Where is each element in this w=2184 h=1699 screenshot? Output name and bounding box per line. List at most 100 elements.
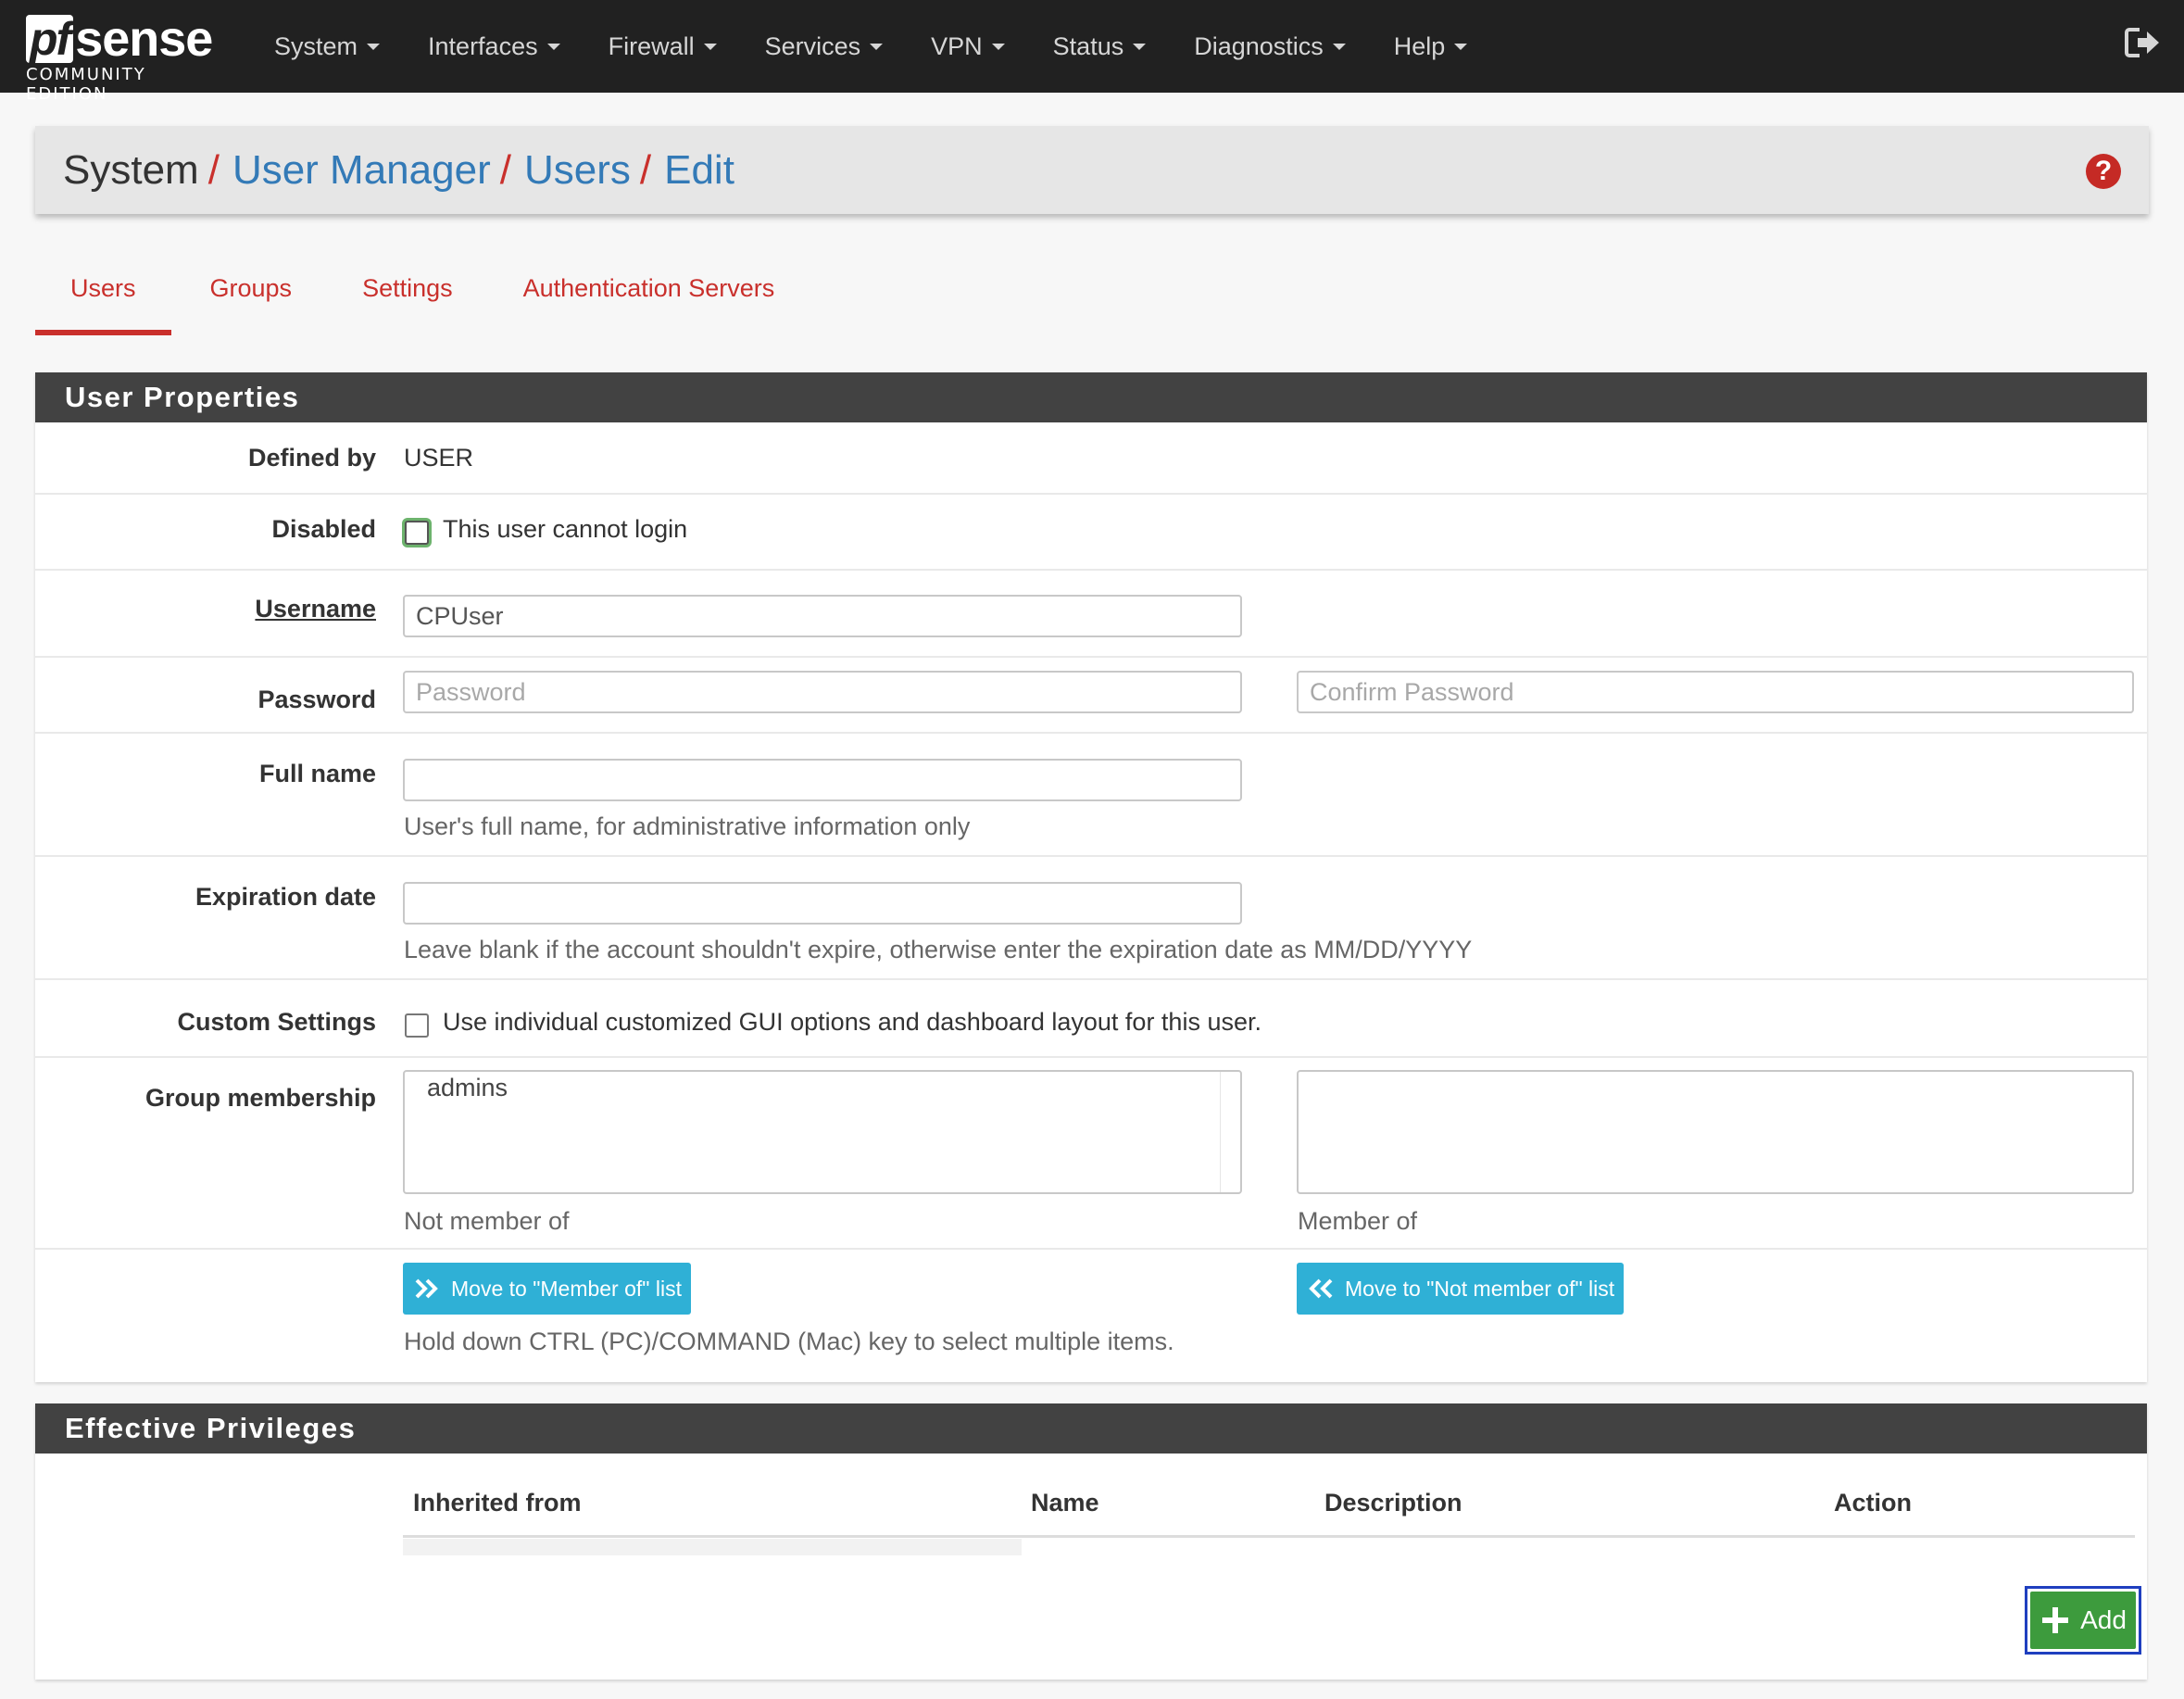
multi-select-help: Hold down CTRL (PC)/COMMAND (Mac) key to… [404,1328,1174,1355]
disabled-label: Disabled [271,515,376,543]
tab-authentication-servers[interactable]: Authentication Servers [488,261,810,335]
menu-interfaces[interactable]: Interfaces [404,0,584,93]
caret-down-icon [703,43,717,50]
disabled-checkbox[interactable] [405,521,429,545]
list-scrollbar[interactable] [1220,1072,1240,1192]
breadcrumb-separator: / [499,146,511,193]
double-chevron-right-icon [415,1278,438,1299]
privileges-table: Inherited from Name Description Action A… [35,1454,2147,1680]
add-privilege-button[interactable]: Add [2025,1586,2141,1655]
menu-diagnostics-label: Diagnostics [1194,32,1324,60]
member-of-caption: Member of [1298,1207,1418,1235]
password-input[interactable] [403,671,1242,713]
double-chevron-left-icon [1309,1278,1333,1299]
effective-privileges-panel: Effective Privileges Inherited from Name… [35,1403,2147,1680]
custom-settings-row: Custom Settings Use individual customize… [35,980,2147,1058]
plus-icon [2042,1607,2069,1633]
logout-icon[interactable] [2125,26,2162,59]
full-name-help: User's full name, for administrative inf… [404,812,971,840]
pfsense-logo[interactable]: pf sense COMMUNITY EDITION [26,7,230,104]
breadcrumb-user-manager[interactable]: User Manager [232,147,491,194]
breadcrumb: System / User Manager / Users / Edit ? [35,126,2149,214]
tab-groups[interactable]: Groups [171,261,328,335]
breadcrumb-separator: / [639,146,652,193]
move-to-not-member-button[interactable]: Move to "Not member of" list [1297,1263,1625,1315]
defined-by-label: Defined by [247,444,376,472]
menu-help[interactable]: Help [1370,0,1492,93]
custom-settings-label: Custom Settings [177,1008,376,1036]
full-name-input[interactable] [403,759,1242,801]
user-manager-tabs: Users Groups Settings Authentication Ser… [35,261,810,335]
custom-settings-checkbox-label[interactable]: Use individual customized GUI options an… [443,1008,1261,1037]
caret-down-icon [367,43,381,50]
logo-edition-text: COMMUNITY EDITION [26,65,146,104]
menu-services-label: Services [764,32,861,60]
breadcrumb-system: System [63,146,199,193]
logo-sense-text: sense [75,11,213,67]
username-label: Username [255,595,376,623]
caret-down-icon [1332,43,1346,50]
user-properties-panel: User Properties Defined by USER Disabled… [35,372,2147,1382]
move-to-member-label: Move to "Member of" list [451,1276,682,1301]
menu-vpn-label: VPN [931,32,983,60]
caret-down-icon [1454,43,1468,50]
menu-help-label: Help [1393,32,1446,60]
username-input[interactable] [403,595,1242,637]
group-option-admins[interactable]: admins [405,1072,1240,1104]
menu-diagnostics[interactable]: Diagnostics [1170,0,1370,93]
effective-privileges-heading: Effective Privileges [35,1403,2147,1454]
password-row: Password [35,658,2147,734]
main-menu: System Interfaces Firewall Services VPN … [250,0,1491,93]
expiration-date-input[interactable] [403,882,1242,925]
password-label: Password [257,686,376,713]
tab-settings[interactable]: Settings [327,261,488,335]
menu-status-label: Status [1052,32,1124,60]
confirm-password-input[interactable] [1297,671,2134,713]
member-of-list[interactable] [1297,1070,2134,1194]
top-navbar: pf sense COMMUNITY EDITION System Interf… [0,0,2184,104]
column-description: Description [1324,1489,1462,1517]
column-name: Name [1031,1489,1099,1517]
full-name-row: Full name User's full name, for administ… [35,734,2147,857]
not-member-of-caption: Not member of [404,1207,570,1235]
group-membership-label: Group membership [144,1084,376,1112]
tab-users[interactable]: Users [35,261,171,335]
caret-down-icon [546,43,560,50]
move-to-member-button[interactable]: Move to "Member of" list [403,1263,691,1315]
expiration-label: Expiration date [195,883,376,911]
menu-firewall[interactable]: Firewall [584,0,741,93]
expiration-help: Leave blank if the account shouldn't exp… [404,936,1473,963]
question-circle-icon[interactable]: ? [2086,154,2121,189]
column-inherited-from: Inherited from [413,1489,582,1517]
move-buttons-row: Move to "Member of" list Move to "Not me… [35,1250,2147,1387]
menu-vpn[interactable]: VPN [907,0,1029,93]
move-to-not-member-label: Move to "Not member of" list [1345,1276,1615,1301]
group-membership-row: Group membership admins Not member of Me… [35,1058,2147,1250]
caret-down-icon [870,43,884,50]
caret-down-icon [1133,43,1147,50]
full-name-label: Full name [258,760,376,787]
menu-services[interactable]: Services [741,0,908,93]
breadcrumb-separator: / [207,146,220,193]
defined-by-row: Defined by USER [35,422,2147,495]
custom-settings-checkbox[interactable] [405,1013,429,1038]
caret-down-icon [991,43,1005,50]
breadcrumb-users[interactable]: Users [524,147,631,194]
menu-interfaces-label: Interfaces [428,32,538,60]
user-properties-heading: User Properties [35,372,2147,422]
defined-by-value: USER [404,444,474,472]
table-header-divider [403,1535,2135,1538]
disabled-checkbox-label[interactable]: This user cannot login [443,515,687,544]
menu-system-label: System [274,32,358,60]
menu-firewall-label: Firewall [608,32,695,60]
table-row [403,1539,1022,1555]
breadcrumb-edit[interactable]: Edit [664,147,734,194]
add-button-label: Add [2080,1605,2127,1634]
disabled-row: Disabled This user cannot login [35,495,2147,571]
column-action: Action [1834,1489,1912,1517]
username-row: Username [35,571,2147,658]
not-member-of-list[interactable]: admins [403,1070,1242,1194]
menu-status[interactable]: Status [1029,0,1171,93]
menu-system[interactable]: System [250,0,404,93]
expiration-row: Expiration date Leave blank if the accou… [35,857,2147,980]
